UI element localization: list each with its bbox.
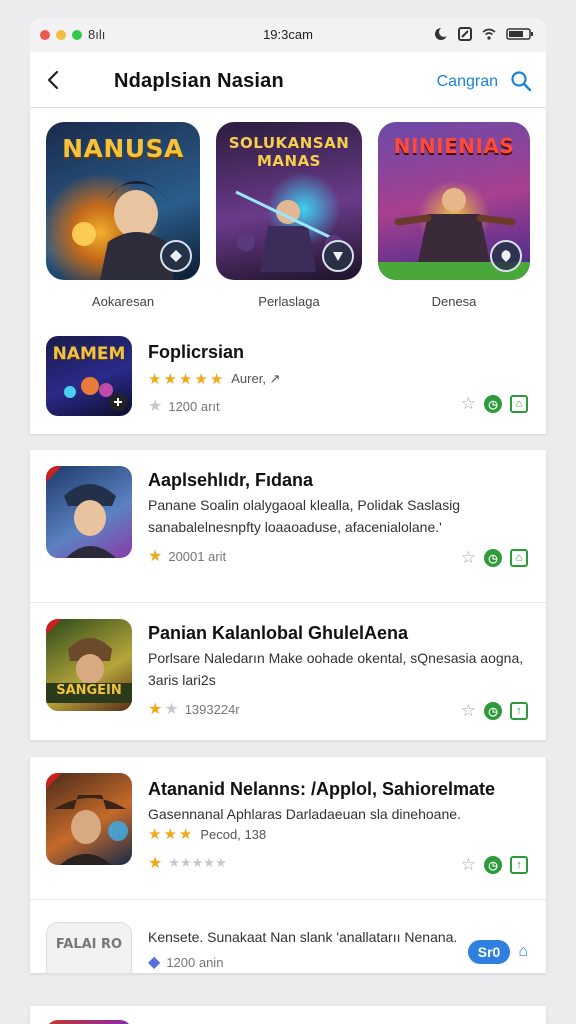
app-title[interactable]: Aaplsehlıdr, Fıdana	[148, 470, 313, 491]
star-icon: ★	[148, 855, 163, 872]
favorite-star-icon[interactable]: ☆	[461, 701, 476, 721]
app-description: Gasennanal Aphlaras Darladaeuan sla dine…	[148, 806, 461, 822]
nav-action-link[interactable]: Cangran	[437, 73, 498, 91]
favorite-star-icon[interactable]: ☆	[461, 394, 476, 414]
row-actions: ☆ ◷ ⌂	[461, 548, 528, 568]
row-actions: ☆ ◷ ↑	[461, 701, 528, 721]
featured-tile[interactable]: NINIENIAS Denesa	[378, 122, 530, 309]
home-icon[interactable]: ⌂	[510, 395, 528, 413]
diamond-icon: ◆	[148, 954, 161, 971]
app-row[interactable]: NAMEM Foplicrsian ★ ★ ★ ★ ★ Aurer, ↗ ★ 1…	[30, 334, 546, 434]
search-icon[interactable]	[510, 70, 532, 92]
app-row[interactable]: SANGEIN Panian Kalanlobal GhulelAena Por…	[30, 603, 546, 740]
star-icon: ★	[163, 371, 177, 388]
app-title[interactable]: Atananid Nelanns: /Applol, Sahiorelmate	[148, 779, 495, 800]
download-count: ◆ 1200 anin	[148, 952, 223, 972]
price-button[interactable]: Sr0	[467, 940, 511, 964]
star-icon: ★	[163, 826, 177, 843]
app-list-section: Atananid Nelanns: /Applol, Sahiorelmate …	[30, 757, 546, 973]
tile-label: Perlaslaga	[258, 294, 320, 309]
clock-icon[interactable]: ◷	[484, 549, 502, 567]
app-row[interactable]: FALAI RO Kensete. Sunakaat Nan slank 'an…	[30, 900, 546, 973]
star-icon: ★	[148, 701, 163, 718]
favorite-star-icon[interactable]: ☆	[461, 855, 476, 875]
app-title[interactable]: Panian Kalanlobal GhulelAena	[148, 623, 408, 644]
upload-icon[interactable]: ↑	[510, 702, 528, 720]
nfc-icon	[458, 27, 472, 41]
downloads-text: 20001 arit	[168, 548, 227, 564]
app-description: Panane Soalin olalygaoal klealla, Polida…	[148, 497, 461, 535]
app-icon	[46, 1020, 132, 1024]
star-icon: ★	[148, 826, 162, 843]
app-row[interactable]: Aaplsehlıdr, Fıdana Panane Soalin olalyg…	[30, 450, 546, 602]
battery-icon	[506, 28, 533, 40]
app-title[interactable]: Foplicrsian	[148, 342, 244, 363]
star-icon: ★	[148, 548, 163, 565]
clock-icon[interactable]: ◷	[484, 856, 502, 874]
tile-label: Aokaresan	[91, 294, 155, 309]
app-description: Porlsare Naledarın Make oohade okental, …	[148, 650, 524, 688]
star-icon: ★	[209, 371, 224, 388]
back-arrow-icon[interactable]	[42, 68, 66, 92]
download-count: ★ 20001 arit	[148, 546, 226, 566]
platform-badge-icon	[322, 240, 354, 272]
row-actions: ☆ ◷ ↑	[461, 855, 528, 875]
app-row[interactable]: Atananid Nelanns: /Applol, Sahiorelmate …	[30, 757, 546, 899]
app-list-section: Aaplsehlıdr, Fıdana Panane Soalin olalyg…	[30, 450, 546, 740]
row-actions: Sr0 ⌂	[467, 940, 528, 964]
download-count: ★ 1200 arıt	[148, 396, 220, 416]
clock-icon[interactable]: ◷	[484, 702, 502, 720]
clock-icon[interactable]: ◷	[484, 395, 502, 413]
app-icon: NAMEM	[46, 336, 132, 416]
favorite-star-icon[interactable]: ☆	[461, 548, 476, 568]
star-outline-icon: ★	[148, 398, 163, 415]
rating-text: Aurer, ↗	[231, 371, 281, 386]
star-icon: ★	[194, 371, 208, 388]
row-actions: ☆ ◷ ⌂	[461, 394, 528, 414]
star-outline-icon: ★	[164, 701, 179, 718]
game-artwork: NANUSA	[46, 122, 200, 280]
star-icon: ★	[178, 826, 193, 843]
app-icon-title: FALAI RO	[55, 937, 123, 952]
star-outline-icon: ★★★★★	[168, 855, 227, 870]
star-rating: ★ ★ ★ ★ ★ Aurer, ↗	[148, 370, 280, 388]
downloads-text: 1200 anin	[166, 954, 224, 970]
star-icon: ★	[178, 371, 193, 388]
platform-badge-icon	[490, 240, 522, 272]
game-artwork: NINIENIAS	[378, 122, 530, 280]
share-icon[interactable]: ⌂	[518, 943, 528, 961]
featured-tile[interactable]: NANUSA Aokaresan	[46, 122, 200, 309]
platform-badge-icon	[160, 240, 192, 272]
star-icon: ★	[148, 371, 162, 388]
status-bar: 8ılı 19:3cam	[30, 18, 546, 52]
page-title: Ndaplsian Nasian	[114, 70, 284, 92]
star-rating: ★ ★★★★★	[148, 853, 227, 873]
wifi-icon	[482, 28, 496, 40]
rating-text: Pecod, 138	[200, 826, 267, 842]
download-count: ★ ★ 1393224r	[148, 699, 240, 719]
app-icon-title: SANGEIN	[56, 683, 122, 698]
upload-icon[interactable]: ↑	[510, 856, 528, 874]
featured-tile[interactable]: SOLUKANSAN MANAS Perlaslaga	[216, 122, 362, 309]
game-artwork: SOLUKANSAN MANAS	[216, 122, 362, 280]
tile-label: Denesa	[431, 294, 477, 309]
app-list-section	[30, 1006, 546, 1024]
gift-icon[interactable]: ⌂	[510, 549, 528, 567]
app-icon: SANGEIN	[46, 619, 132, 711]
moon-icon	[435, 27, 448, 40]
featured-section: NANUSA Aokaresan SOLUKANSAN MANAS Perlas…	[30, 108, 546, 434]
app-icon	[46, 773, 132, 865]
app-icon: FALAI RO	[46, 922, 132, 973]
app-icon	[46, 466, 132, 558]
downloads-text: 1393224r	[184, 701, 240, 717]
downloads-text: 1200 arıt	[168, 398, 220, 414]
star-rating: ★ ★ ★ Pecod, 138	[148, 825, 266, 843]
navigation-bar: Ndaplsian Nasian Cangran	[30, 52, 546, 108]
